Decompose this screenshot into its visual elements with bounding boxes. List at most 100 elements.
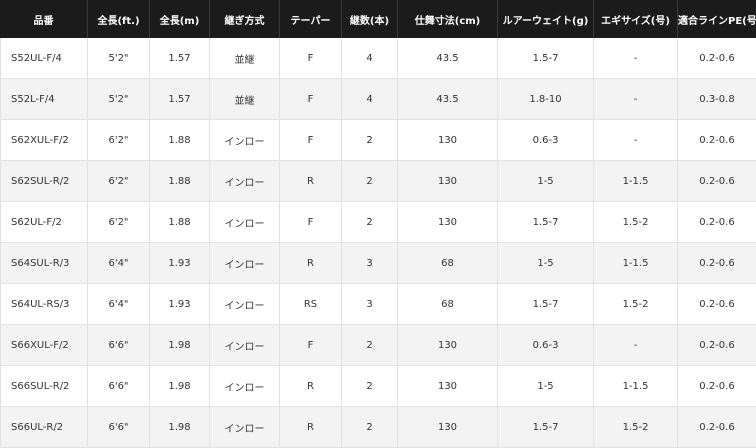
cell-length-m: 1.98 <box>150 325 210 366</box>
cell-joint-type: 並継 <box>210 79 280 120</box>
cell-closed-length: 130 <box>398 325 498 366</box>
col-header-taper: テーパー <box>280 0 342 38</box>
cell-length-m: 1.57 <box>150 79 210 120</box>
cell-pieces: 2 <box>342 366 398 407</box>
cell-pe-line: 0.2-0.6 <box>678 366 756 407</box>
col-header-model: 品番 <box>0 0 88 38</box>
cell-pe-line: 0.2-0.6 <box>678 38 756 79</box>
cell-length-m: 1.57 <box>150 38 210 79</box>
cell-pe-line: 0.3-0.8 <box>678 79 756 120</box>
cell-model: S52L-F/4 <box>0 79 88 120</box>
cell-length-m: 1.93 <box>150 284 210 325</box>
cell-egi-size: - <box>594 325 678 366</box>
cell-egi-size: - <box>594 79 678 120</box>
cell-joint-type: 並継 <box>210 38 280 79</box>
cell-lure-weight: 1-5 <box>498 366 594 407</box>
col-header-egi-size: エギサイズ(号) <box>594 0 678 38</box>
cell-lure-weight: 0.6-3 <box>498 325 594 366</box>
cell-lure-weight: 1.5-7 <box>498 202 594 243</box>
cell-length-ft: 5'2" <box>88 38 150 79</box>
cell-taper: F <box>280 120 342 161</box>
col-header-pe-line: 適合ラインPE(号) <box>678 0 756 38</box>
cell-lure-weight: 1.5-7 <box>498 407 594 448</box>
cell-length-ft: 6'2" <box>88 161 150 202</box>
cell-pe-line: 0.2-0.6 <box>678 284 756 325</box>
spec-table: 品番 全長(ft.) 全長(m) 継ぎ方式 テーパー 継数(本) 仕舞寸法(cm… <box>0 0 756 448</box>
cell-closed-length: 130 <box>398 407 498 448</box>
cell-taper: F <box>280 325 342 366</box>
cell-model: S64SUL-R/3 <box>0 243 88 284</box>
table-row: S62XUL-F/2 6'2" 1.88 インロー F 2 130 0.6-3 … <box>0 120 756 161</box>
cell-length-ft: 6'2" <box>88 202 150 243</box>
cell-closed-length: 130 <box>398 366 498 407</box>
cell-length-m: 1.93 <box>150 243 210 284</box>
cell-pe-line: 0.2-0.6 <box>678 325 756 366</box>
col-header-lure-weight: ルアーウェイト(g) <box>498 0 594 38</box>
cell-model: S62XUL-F/2 <box>0 120 88 161</box>
cell-length-ft: 6'4" <box>88 243 150 284</box>
cell-length-ft: 6'2" <box>88 120 150 161</box>
cell-taper: F <box>280 202 342 243</box>
cell-egi-size: 1-1.5 <box>594 366 678 407</box>
cell-lure-weight: 1-5 <box>498 161 594 202</box>
cell-length-ft: 6'6" <box>88 366 150 407</box>
cell-length-m: 1.88 <box>150 120 210 161</box>
cell-pe-line: 0.2-0.6 <box>678 243 756 284</box>
cell-pieces: 2 <box>342 202 398 243</box>
cell-pe-line: 0.2-0.6 <box>678 120 756 161</box>
cell-joint-type: インロー <box>210 325 280 366</box>
cell-pieces: 2 <box>342 120 398 161</box>
cell-length-ft: 6'6" <box>88 407 150 448</box>
cell-pieces: 4 <box>342 38 398 79</box>
cell-lure-weight: 1.8-10 <box>498 79 594 120</box>
cell-joint-type: インロー <box>210 243 280 284</box>
cell-joint-type: インロー <box>210 366 280 407</box>
col-header-pieces: 継数(本) <box>342 0 398 38</box>
col-header-joint-type: 継ぎ方式 <box>210 0 280 38</box>
cell-pieces: 2 <box>342 325 398 366</box>
col-header-length-m: 全長(m) <box>150 0 210 38</box>
cell-taper: R <box>280 407 342 448</box>
table-row: S64SUL-R/3 6'4" 1.93 インロー R 3 68 1-5 1-1… <box>0 243 756 284</box>
cell-taper: R <box>280 243 342 284</box>
cell-model: S62UL-F/2 <box>0 202 88 243</box>
cell-closed-length: 43.5 <box>398 38 498 79</box>
cell-model: S66UL-R/2 <box>0 407 88 448</box>
table-row: S62UL-F/2 6'2" 1.88 インロー F 2 130 1.5-7 1… <box>0 202 756 243</box>
table-row: S64UL-RS/3 6'4" 1.93 インロー RS 3 68 1.5-7 … <box>0 284 756 325</box>
col-header-closed-length: 仕舞寸法(cm) <box>398 0 498 38</box>
cell-pieces: 3 <box>342 284 398 325</box>
cell-taper: F <box>280 38 342 79</box>
cell-pe-line: 0.2-0.6 <box>678 407 756 448</box>
cell-egi-size: 1.5-2 <box>594 407 678 448</box>
cell-taper: R <box>280 161 342 202</box>
cell-closed-length: 130 <box>398 120 498 161</box>
table-row: S52L-F/4 5'2" 1.57 並継 F 4 43.5 1.8-10 - … <box>0 79 756 120</box>
cell-lure-weight: 1.5-7 <box>498 284 594 325</box>
col-header-length-ft: 全長(ft.) <box>88 0 150 38</box>
table-row: S66UL-R/2 6'6" 1.98 インロー R 2 130 1.5-7 1… <box>0 407 756 448</box>
cell-pieces: 4 <box>342 79 398 120</box>
cell-pe-line: 0.2-0.6 <box>678 161 756 202</box>
cell-joint-type: インロー <box>210 120 280 161</box>
cell-joint-type: インロー <box>210 202 280 243</box>
cell-closed-length: 68 <box>398 284 498 325</box>
cell-length-m: 1.98 <box>150 366 210 407</box>
cell-length-ft: 6'4" <box>88 284 150 325</box>
cell-model: S64UL-RS/3 <box>0 284 88 325</box>
table-row: S66XUL-F/2 6'6" 1.98 インロー F 2 130 0.6-3 … <box>0 325 756 366</box>
cell-egi-size: 1-1.5 <box>594 161 678 202</box>
cell-joint-type: インロー <box>210 407 280 448</box>
header-row: 品番 全長(ft.) 全長(m) 継ぎ方式 テーパー 継数(本) 仕舞寸法(cm… <box>0 0 756 38</box>
cell-closed-length: 68 <box>398 243 498 284</box>
cell-length-ft: 6'6" <box>88 325 150 366</box>
cell-model: S52UL-F/4 <box>0 38 88 79</box>
cell-closed-length: 43.5 <box>398 79 498 120</box>
cell-pe-line: 0.2-0.6 <box>678 202 756 243</box>
table-row: S52UL-F/4 5'2" 1.57 並継 F 4 43.5 1.5-7 - … <box>0 38 756 79</box>
cell-lure-weight: 1.5-7 <box>498 38 594 79</box>
cell-length-m: 1.88 <box>150 161 210 202</box>
cell-model: S66SUL-R/2 <box>0 366 88 407</box>
cell-pieces: 3 <box>342 243 398 284</box>
cell-length-m: 1.98 <box>150 407 210 448</box>
